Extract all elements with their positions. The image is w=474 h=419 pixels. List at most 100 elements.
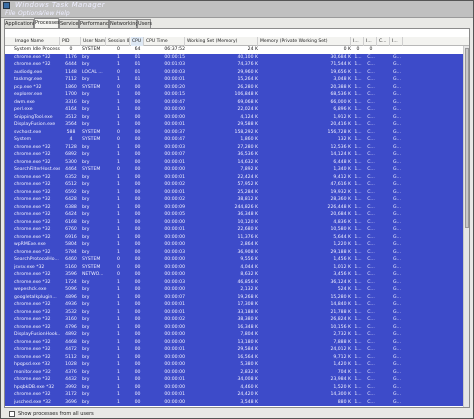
cell-col-i3: G... xyxy=(393,167,401,172)
tab-processes[interactable]: Processes xyxy=(34,18,60,28)
table-row[interactable]: hpqpsd.exe *32 1028 bry 1 00 00:00:00 5,380 K 1… xyxy=(5,361,469,369)
cell-working-set: 29,960 K xyxy=(237,69,258,75)
cell-cpu-time: 00:00:47 xyxy=(164,99,185,105)
table-row[interactable]: chrome.exe *32 1724 bry 1 00 00:00:03 46,856 K… xyxy=(5,278,469,286)
cell-user-name: bry xyxy=(82,294,90,300)
table-row[interactable]: SearchFilterHost.exe 4464 SYSTEM 0 00 00:00:0… xyxy=(5,166,469,174)
cell-private-working-set: 132 K xyxy=(337,137,351,142)
table-row[interactable]: chrome.exe *32 4472 bry 1 00 00:00:01 29,584 K… xyxy=(5,346,469,354)
table-row[interactable]: chrome.exe *32 6512 bry 1 00 00:00:02 57,952 K… xyxy=(5,181,469,189)
table-row[interactable]: hpqbkDB.exe *32 3992 bry 1 00 00:00:00 4,460 K… xyxy=(5,383,469,391)
table-row[interactable]: SnippingTool.exe 3512 bry 1 00 00:00:00 4,124 … xyxy=(5,113,469,121)
table-row[interactable]: chrome.exe *32 4936 bry 1 00 00:00:01 17,308 K… xyxy=(5,301,469,309)
table-row[interactable]: chrome.exe *32 5784 bry 1 00 00:00:03 36,908 K… xyxy=(5,248,469,256)
tab-performance[interactable]: Performance xyxy=(79,19,112,28)
cell-pid: 5784 xyxy=(65,249,77,255)
cell-cpu-time: 00:01:03 xyxy=(164,62,185,67)
table-row[interactable]: chrome.exe *32 6444 bry 1 01 00:01:03 74,376 K… xyxy=(5,61,469,69)
cell-user-name: bry xyxy=(82,182,90,187)
table-row[interactable]: googletalkplugin... 4896 bry 1 00 00:00:07 19,… xyxy=(5,293,469,301)
table-row[interactable]: chrome.exe *32 6760 bry 1 00 00:00:01 22,680 K… xyxy=(5,226,469,234)
table-row[interactable]: chrome.exe *32 6168 bry 1 00 00:00:00 10,120 K… xyxy=(5,218,469,226)
cell-pid: 3564 xyxy=(65,122,77,127)
vertical-scrollbar[interactable] xyxy=(463,46,469,407)
tab-networking[interactable]: Networking xyxy=(109,19,139,28)
column-header-cpu-time[interactable]: CPU Time xyxy=(145,37,185,46)
table-row[interactable]: svchost.exe 588 SYSTEM 0 00 00:00:37 158,292 K… xyxy=(5,128,469,136)
table-row[interactable]: chrome.exe *32 4432 bry 1 00 00:00:01 34,008 K… xyxy=(5,376,469,384)
process-list[interactable]: System Idle Process 0 SYSTEM 0 64 06:37:52 24 … xyxy=(5,46,469,407)
table-row[interactable]: DisplayFusion.exe 3564 bry 1 00 00:00:01 29,58… xyxy=(5,121,469,129)
table-row[interactable]: wpRMExe.exe 5804 bry 1 00 00:00:00 2,864 K 1,22… xyxy=(5,241,469,249)
show-all-users-checkbox[interactable] xyxy=(9,411,15,417)
table-row[interactable]: jsvsv.exe *32 5160 SYSTEM 0 00 00:00:00 4,044 … xyxy=(5,263,469,271)
table-row[interactable]: chrome.exe *32 6428 bry 1 00 00:00:02 38,812 K… xyxy=(5,196,469,204)
cell-user-name: bry xyxy=(82,332,90,337)
table-row[interactable]: chrome.exe *32 5112 bry 1 00 00:00:00 16,564 K… xyxy=(5,353,469,361)
cell-private-working-set: 1,912 K xyxy=(333,114,351,120)
table-row[interactable]: chrome.exe *32 5300 bry 1 00 00:00:01 14,632 K… xyxy=(5,158,469,166)
table-row[interactable]: chrome.exe *32 6592 bry 1 00 00:00:01 25,284 K… xyxy=(5,188,469,196)
menu-file[interactable]: File xyxy=(5,10,15,18)
column-header-pid[interactable]: PID xyxy=(61,37,81,46)
cell-private-working-set: 1,420 K xyxy=(333,362,351,367)
table-row[interactable]: audiodg.exe 1148 LOCAL ... 0 01 00:00:03 29,96… xyxy=(5,68,469,76)
cell-cpu-time: 00:00:02 xyxy=(164,197,185,202)
table-row[interactable]: System 4 SYSTEM 0 00 00:00:47 1,860 K 132 K 1...… xyxy=(5,136,469,144)
column-header-col-i2[interactable]: I... xyxy=(365,37,377,46)
table-row[interactable]: chrome.exe *32 3172 bry 1 00 00:00:01 24,420 K… xyxy=(5,391,469,399)
tab-services[interactable]: Services xyxy=(59,19,81,28)
menu-options[interactable]: Options xyxy=(18,10,41,18)
table-row[interactable]: chrome.exe *32 1176 bry 1 01 00:00:15 40,100 K… xyxy=(5,53,469,61)
table-row[interactable]: chrome.exe *32 4796 bry 1 00 00:00:00 16,348 K… xyxy=(5,323,469,331)
table-row[interactable]: explorer.exe 1700 bry 1 00 00:00:15 106,848 K 6… xyxy=(5,91,469,99)
table-row[interactable]: chrome.exe *32 6424 bry 1 00 00:00:05 36,348 K… xyxy=(5,211,469,219)
cell-cpu: 00 xyxy=(134,294,141,300)
column-header-col-i3[interactable]: I... xyxy=(391,37,403,46)
menu-help[interactable]: Help xyxy=(56,10,70,18)
cell-session-id: 1 xyxy=(117,144,120,150)
table-row[interactable]: chrome.exe *32 4468 bry 1 00 00:00:00 13,180 K… xyxy=(5,338,469,346)
table-row[interactable]: monitor.exe *32 4376 bry 1 00 00:00:00 2,832 K… xyxy=(5,368,469,376)
cell-image-name: chrome.exe *32 xyxy=(14,324,51,330)
cell-session-id: 1 xyxy=(117,189,120,195)
cell-pid: 6916 xyxy=(65,234,77,240)
cell-session-id: 1 xyxy=(117,212,120,217)
cell-cpu: 00 xyxy=(134,354,141,360)
column-header-cpu[interactable]: CPU xyxy=(131,37,144,46)
column-header-col-i1[interactable]: I... xyxy=(352,37,364,46)
table-row[interactable]: wepeshck.exe 5096 bry 1 00 00:00:00 2,132 K 524… xyxy=(5,286,469,294)
table-row[interactable]: taskmgr.exe 7112 bry 1 01 00:00:01 15,264 K 3,0… xyxy=(5,76,469,84)
title-bar[interactable]: Windows Task Manager xyxy=(1,1,473,10)
table-row[interactable]: chrome.exe *32 7128 bry 1 00 00:00:03 27,280 K… xyxy=(5,143,469,151)
column-header-working-set[interactable]: Working Set (Memory) xyxy=(186,37,258,46)
table-row[interactable]: System Idle Process 0 SYSTEM 0 64 06:37:52 24 … xyxy=(5,46,469,54)
table-row[interactable]: chrome.exe *32 6892 bry 1 00 00:00:07 36,536 K… xyxy=(5,151,469,159)
table-row[interactable]: DisplayFusionHook... 4892 bry 1 00 00:00:00 7,… xyxy=(5,331,469,339)
table-row[interactable]: jusched.exe *32 3696 bry 1 00 00:00:00 3,548 K… xyxy=(5,398,469,406)
cell-col-i2: C... xyxy=(367,354,375,360)
cell-working-set: 36,536 K xyxy=(237,152,258,157)
scrollbar-thumb[interactable] xyxy=(465,48,469,228)
table-row[interactable]: chrome.exe *32 6352 bry 1 00 00:00:01 22,424 K… xyxy=(5,173,469,181)
table-row[interactable]: chrome.exe *32 6388 bry 1 00 00:00:09 244,826 … xyxy=(5,203,469,211)
table-row[interactable]: perl.exe 4164 bry 1 00 00:00:00 22,024 K 6,896 … xyxy=(5,106,469,114)
tab-users[interactable]: Users xyxy=(137,19,152,28)
table-row[interactable]: chrome.exe *32 3160 bry 1 00 00:00:02 38,380 K… xyxy=(5,316,469,324)
column-header-image-name[interactable]: Image Name xyxy=(14,37,60,46)
table-row[interactable]: pcp.exe *32 1860 SYSTEM 0 00 00:00:20 26,280 K… xyxy=(5,83,469,91)
table-row[interactable]: chrome.exe *32 6916 bry 1 00 00:00:00 11,376 K… xyxy=(5,233,469,241)
column-header-user-name[interactable]: User Name xyxy=(82,37,106,46)
column-header-private-working-set[interactable]: Memory (Private Working Set) xyxy=(259,37,351,46)
table-row[interactable]: SearchProtocolHo... 6460 SYSTEM 0 00 00:00:00… xyxy=(5,256,469,264)
table-row[interactable]: chrome.exe *32 3596 NETWO... 0 00 00:00:00 8,6… xyxy=(5,271,469,279)
table-row[interactable]: chrome.exe *32 3532 bry 1 00 00:00:01 33,188 K… xyxy=(5,308,469,316)
column-header-session-id[interactable]: Session ID xyxy=(107,37,130,46)
cell-cpu-time: 00:00:01 xyxy=(164,159,185,165)
column-header-col-c[interactable]: C... xyxy=(378,37,390,46)
tab-applications[interactable]: Applications xyxy=(4,19,36,28)
cell-col-i1: 1... xyxy=(354,399,362,405)
menu-view[interactable]: View xyxy=(40,10,54,18)
table-row[interactable]: dwm.exe 3316 bry 1 00 00:00:47 69,068 K 66,000 … xyxy=(5,98,469,106)
cell-col-i2: C... xyxy=(367,167,375,172)
